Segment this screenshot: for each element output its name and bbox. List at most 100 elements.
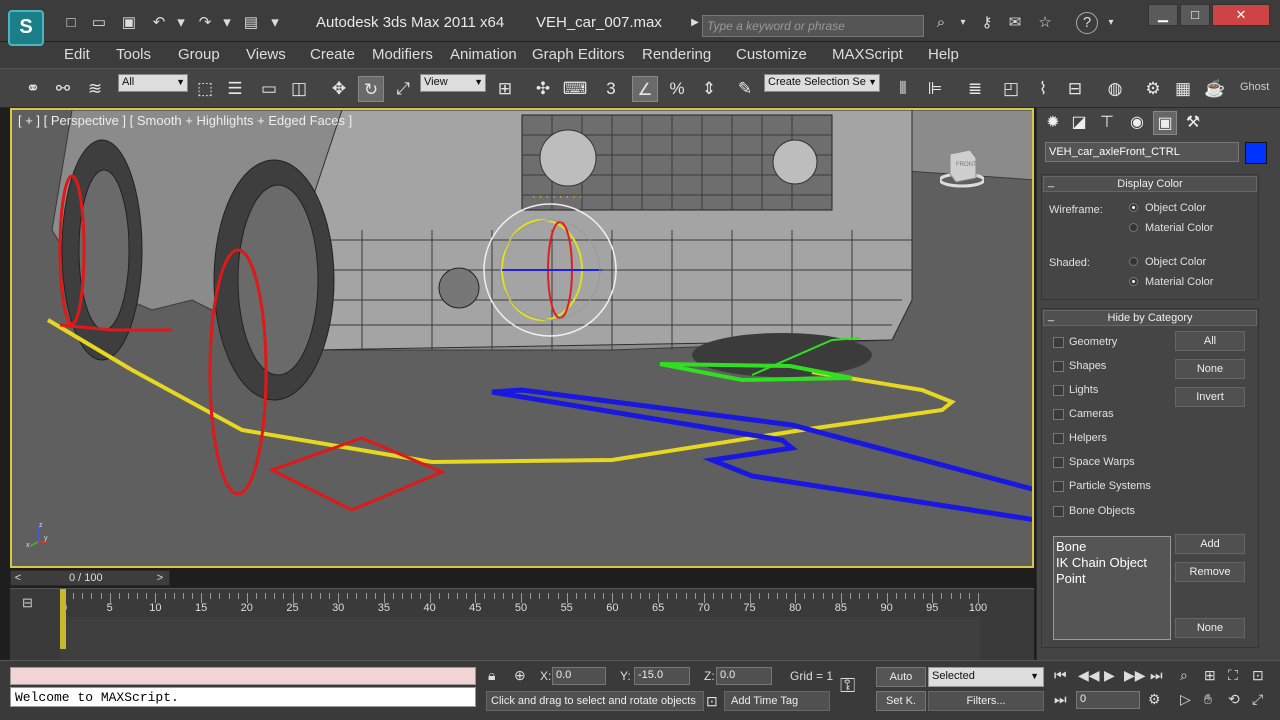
select-and-scale-icon[interactable]: ⤢: [390, 76, 416, 102]
particle-systems-checkbox[interactable]: [1053, 481, 1064, 492]
category-none-button[interactable]: None: [1175, 359, 1245, 379]
create-tab-icon[interactable]: ✹: [1041, 111, 1065, 135]
project-folder-icon[interactable]: ▤: [240, 12, 262, 34]
render-setup-icon[interactable]: ⚙: [1140, 76, 1166, 102]
select-object-icon[interactable]: ⬚: [192, 76, 218, 102]
shapes-checkbox[interactable]: [1053, 361, 1064, 372]
align-icon[interactable]: ⊫: [922, 76, 948, 102]
subscription-center-icon[interactable]: ⚷: [976, 12, 998, 34]
field-of-view-icon[interactable]: ▷: [1180, 691, 1191, 708]
lock-selection-icon[interactable]: 🔒︎: [488, 667, 495, 684]
curve-editor-icon[interactable]: ⌇: [1030, 76, 1056, 102]
utilities-tab-icon[interactable]: ⚒: [1181, 111, 1205, 135]
render-production-icon[interactable]: ☕: [1202, 76, 1228, 102]
pan-view-icon[interactable]: ✋︎: [1204, 691, 1212, 708]
unlink-selection-icon[interactable]: ⚯: [50, 76, 76, 102]
binoculars-icon[interactable]: ⌕: [930, 12, 952, 34]
category-all-button[interactable]: All: [1175, 331, 1245, 351]
select-and-manipulate-icon[interactable]: ✣: [530, 76, 556, 102]
material-editor-icon[interactable]: ◍: [1102, 76, 1128, 102]
current-frame-field[interactable]: 0: [1076, 691, 1140, 709]
list-item[interactable]: IK Chain Object: [1056, 555, 1168, 571]
viewport-label-menu[interactable]: [ + ] [ Perspective ] [ Smooth + Highlig…: [18, 113, 352, 128]
select-and-rotate-icon[interactable]: ↻: [358, 76, 384, 102]
object-color-swatch[interactable]: [1245, 142, 1267, 164]
menu-graph-editors[interactable]: Graph Editors: [532, 46, 625, 63]
new-file-icon[interactable]: □: [60, 12, 82, 34]
menu-tools[interactable]: Tools: [116, 46, 151, 63]
help-dropdown-icon[interactable]: ▾: [1100, 12, 1122, 34]
redo-dropdown-icon[interactable]: ▾: [216, 12, 238, 34]
perspective-viewport[interactable]: [ + ] [ Perspective ] [ Smooth + Highlig…: [10, 108, 1034, 568]
select-and-move-icon[interactable]: ✥: [326, 76, 352, 102]
time-slider-next-button[interactable]: >: [153, 571, 167, 585]
zoom-extents-icon[interactable]: ⛶: [1228, 667, 1238, 684]
quick-access-menu-icon[interactable]: ▾: [264, 12, 286, 34]
wireframe-material-color-radio[interactable]: [1129, 223, 1138, 232]
minimize-button[interactable]: ▁: [1148, 4, 1178, 26]
menu-group[interactable]: Group: [178, 46, 220, 63]
play-icon[interactable]: ▶: [1104, 667, 1115, 684]
set-key-icon[interactable]: ⚿: [840, 675, 855, 698]
motion-tab-icon[interactable]: ◉: [1125, 111, 1149, 135]
snaps-toggle-icon[interactable]: 3: [598, 76, 624, 102]
orbit-icon[interactable]: ⟲: [1228, 691, 1240, 708]
key-filters-button[interactable]: Filters...: [928, 691, 1044, 711]
hierarchy-tab-icon[interactable]: ⊤: [1095, 111, 1119, 135]
hide-by-category-rollout-header[interactable]: _ Hide by Category: [1043, 310, 1257, 326]
undo-dropdown-icon[interactable]: ▾: [170, 12, 192, 34]
select-by-name-icon[interactable]: ☰: [222, 76, 248, 102]
angle-snap-icon[interactable]: ∠: [632, 76, 658, 102]
time-tag-icon[interactable]: ⊡: [706, 693, 718, 710]
open-mini-curve-editor-icon[interactable]: ⊟: [22, 595, 40, 611]
modify-tab-icon[interactable]: ◪: [1067, 111, 1091, 135]
add-category-button[interactable]: Add: [1175, 534, 1245, 554]
spinner-snap-icon[interactable]: ⇕: [696, 76, 722, 102]
maxscript-output[interactable]: Welcome to MAXScript.: [10, 687, 476, 707]
edit-named-selection-icon[interactable]: ✎: [732, 76, 758, 102]
key-filter-selection-dropdown[interactable]: Selected: [928, 667, 1044, 687]
list-item[interactable]: Bone: [1056, 539, 1168, 555]
zoom-extents-all-icon[interactable]: ⊡: [1252, 667, 1264, 684]
key-area[interactable]: [60, 617, 980, 661]
undo-icon[interactable]: ↶: [148, 12, 170, 34]
shaded-material-color-radio[interactable]: [1129, 277, 1138, 286]
menu-views[interactable]: Views: [246, 46, 286, 63]
time-slider-prev-button[interactable]: <: [11, 571, 25, 585]
display-color-rollout-header[interactable]: _ Display Color: [1043, 176, 1257, 192]
menu-maxscript[interactable]: MAXScript: [832, 46, 903, 63]
use-pivot-point-icon[interactable]: ⊞: [492, 76, 518, 102]
schematic-view-icon[interactable]: ⊟: [1062, 76, 1088, 102]
select-and-link-icon[interactable]: ⚭: [20, 76, 46, 102]
rendered-frame-window-icon[interactable]: ▦: [1170, 76, 1196, 102]
communication-center-icon[interactable]: ✉: [1004, 12, 1026, 34]
zoom-icon[interactable]: ⌕: [1180, 667, 1188, 684]
y-coordinate-field[interactable]: -15.0: [634, 667, 690, 685]
blue-control-spline[interactable]: [491, 387, 1034, 522]
layer-manager-icon[interactable]: ≣: [962, 76, 988, 102]
time-slider[interactable]: < 0 / 100 >: [10, 570, 170, 586]
add-time-tag-button[interactable]: Add Time Tag: [724, 691, 830, 711]
current-frame-marker[interactable]: [60, 589, 66, 649]
helpers-checkbox[interactable]: [1053, 433, 1064, 444]
named-selection-dropdown[interactable]: Create Selection Se: [764, 74, 880, 92]
x-coordinate-field[interactable]: 0.0: [552, 667, 606, 685]
menu-modifiers[interactable]: Modifiers: [372, 46, 433, 63]
bone-objects-checkbox[interactable]: [1053, 506, 1064, 517]
object-name-field[interactable]: VEH_car_axleFront_CTRL: [1045, 142, 1239, 162]
previous-frame-icon[interactable]: ◀◀: [1078, 667, 1100, 684]
z-coordinate-field[interactable]: 0.0: [716, 667, 772, 685]
next-frame-icon[interactable]: ▶▶: [1124, 667, 1146, 684]
auto-key-button[interactable]: Auto: [876, 667, 926, 687]
help-icon[interactable]: ?: [1076, 12, 1098, 34]
selection-filter-dropdown[interactable]: All: [118, 74, 188, 92]
menu-help[interactable]: Help: [928, 46, 959, 63]
rectangular-selection-icon[interactable]: ▭: [256, 76, 282, 102]
space-warps-checkbox[interactable]: [1053, 457, 1064, 468]
shaded-object-color-radio[interactable]: [1129, 257, 1138, 266]
list-none-button[interactable]: None: [1175, 618, 1245, 638]
redo-icon[interactable]: ↷: [194, 12, 216, 34]
hide-by-category-list[interactable]: Bone IK Chain Object Point: [1053, 536, 1171, 640]
category-invert-button[interactable]: Invert: [1175, 387, 1245, 407]
maximize-button[interactable]: □: [1180, 4, 1210, 26]
